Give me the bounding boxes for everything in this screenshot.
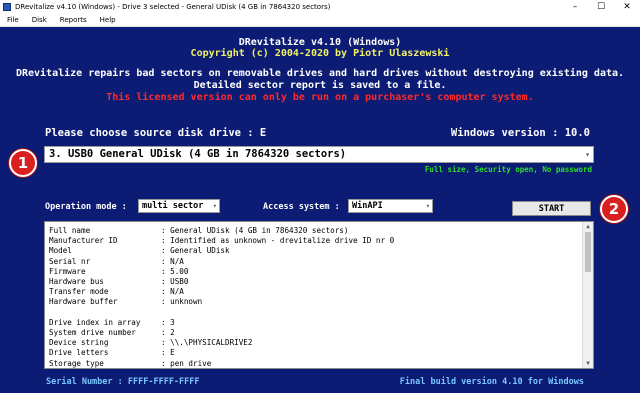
license-notice: This licensed version can only be run on… [106,92,534,103]
info-key: Device string [49,338,109,348]
drive-security-info: Full size, Security open, No password [424,165,592,174]
step-1-badge: 1 [9,149,37,177]
info-row: Firmware : 5.00 [49,267,188,277]
selected-drive: 3. USB0 General UDisk (4 GB in 7864320 s… [49,148,347,160]
info-value: : USB0 [161,277,189,286]
info-key: Drive index in array [49,317,141,327]
info-scrollbar[interactable]: ▲ ▼ [582,222,593,368]
info-value: : Identified as unknown - drevitalize dr… [161,236,395,246]
info-value: : General UDisk [161,246,230,256]
info-value: : pen drive [161,358,212,368]
window-title: DRevitalize v4.10 (Windows) - Drive 3 se… [15,3,331,11]
close-button[interactable]: ✕ [614,0,640,14]
info-row: Hardware buffer : unknown [49,297,202,307]
info-value: : \\.\PHYSICALDRIVE2 [161,338,253,348]
info-key: Manufacturer ID [49,236,118,246]
menu-reports[interactable]: Reports [53,16,93,24]
step-2-badge: 2 [600,195,628,223]
maximize-button[interactable]: ☐ [588,0,614,14]
info-key: Model [49,246,72,256]
info-value: : N/A [161,256,184,266]
chevron-down-icon: ▾ [425,202,430,210]
info-row [49,308,161,318]
scroll-thumb[interactable] [585,232,591,272]
build-version: Final build version 4.10 for Windows [399,377,584,387]
info-row: Manufacturer ID : Identified as unknown -… [49,236,394,246]
app-icon [3,3,11,11]
info-value: : unknown [161,297,203,307]
minimize-button[interactable]: – [562,0,588,14]
info-key: Drive letters [49,348,109,358]
info-row: Drive index in array : 3 [49,318,175,328]
info-value: : 2 [161,328,175,337]
info-row: Serial nr : N/A [49,257,184,267]
serial-number: Serial Number : FFFF-FFFF-FFFF [46,377,200,387]
access-system-label: Access system : [263,202,340,212]
operation-mode-value: multi sector [142,201,204,211]
info-value: : 3 [161,317,175,327]
drive-info-panel[interactable]: Full name : General UDisk (4 GB in 786432… [44,221,594,369]
info-row: System drive number : 2 [49,328,175,338]
info-key: Full name [49,226,91,235]
info-row: Hardware bus : USB0 [49,277,188,287]
menu-bar: File Disk Reports Help [0,14,640,27]
info-row: Model : General UDisk [49,246,230,256]
info-key: Firmware [49,266,86,276]
description-line-1: DRevitalize repairs bad sectors on remov… [15,68,625,79]
info-row: Storage type : pen drive [49,358,212,368]
start-button[interactable]: START [512,201,591,216]
info-value: : General UDisk (4 GB in 7864320 sectors… [161,226,349,235]
description-line-2: Detailed sector report is saved to a fil… [193,80,447,91]
menu-disk[interactable]: Disk [25,16,53,24]
title-bar: DRevitalize v4.10 (Windows) - Drive 3 se… [0,0,640,14]
access-system-value: WinAPI [352,201,383,211]
info-row: Device string : \\.\PHYSICALDRIVE2 [49,338,252,348]
menu-file[interactable]: File [0,16,25,24]
info-value: : 5.00 [161,266,189,276]
info-row: Full name : General UDisk (4 GB in 786432… [49,226,348,236]
source-drive-label: Please choose source disk drive : E [45,127,267,139]
info-key: Storage type [49,358,104,368]
source-drive-select[interactable]: 3. USB0 General UDisk (4 GB in 7864320 s… [44,146,594,163]
chevron-down-icon: ▾ [585,150,590,159]
info-key: System drive number [49,328,136,337]
operation-mode-select[interactable]: multi sector ▾ [138,199,220,213]
scroll-down-icon[interactable]: ▼ [583,359,593,368]
info-row: Drive letters : E [49,348,175,358]
info-key: Hardware bus [49,277,104,286]
copyright: Copyright (c) 2004-2020 by Piotr Ulaszew… [190,48,450,59]
chevron-down-icon: ▾ [212,202,217,210]
info-key: Hardware buffer [49,297,118,307]
info-row: Transfer mode : N/A [49,287,184,297]
app-name: DRevitalize v4.10 (Windows) [238,37,402,48]
info-key: Transfer mode [49,287,109,297]
menu-help[interactable]: Help [93,16,122,24]
info-value: : E [161,348,175,358]
scroll-up-icon[interactable]: ▲ [583,222,593,231]
operation-mode-label: Operation mode : [45,202,127,212]
windows-version: Windows version : 10.0 [450,127,590,139]
info-value: : N/A [161,287,184,297]
info-key: Serial nr [49,256,91,266]
access-system-select[interactable]: WinAPI ▾ [348,199,433,213]
app-window: DRevitalize v4.10 (Windows) - Drive 3 se… [0,0,640,393]
